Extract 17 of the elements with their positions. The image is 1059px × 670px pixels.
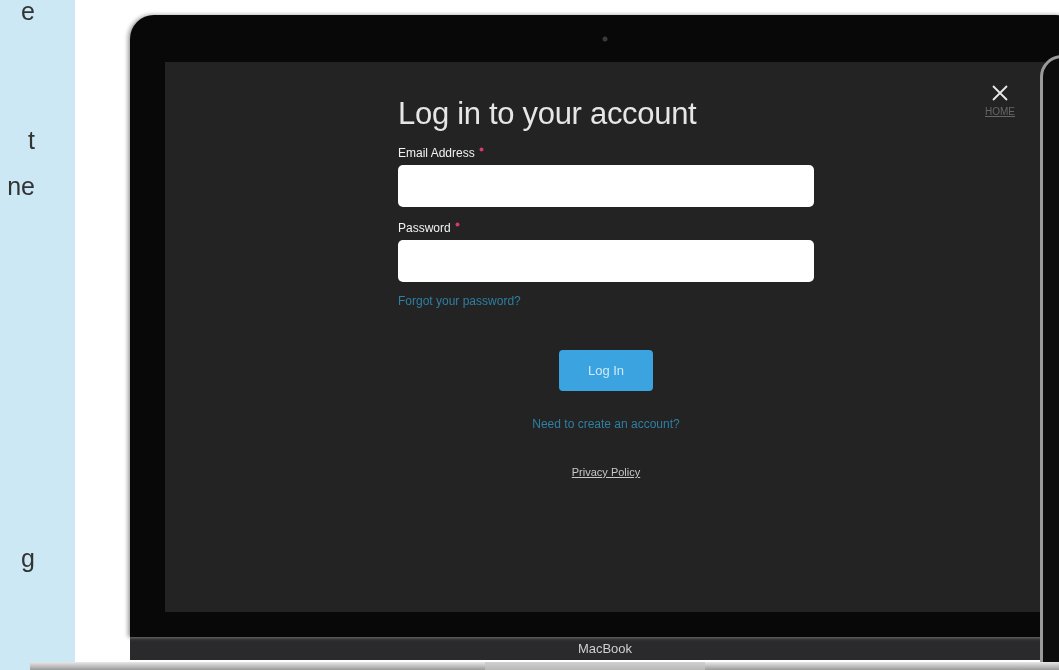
login-button[interactable]: Log In [559,350,653,391]
text-fragment: ne [7,171,35,201]
forgot-password-link[interactable]: Forgot your password? [398,294,521,308]
device-label: MacBook [577,641,633,656]
home-link[interactable]: HOME [985,106,1015,117]
privacy-policy-link[interactable]: Privacy Policy [571,466,641,478]
camera-icon [602,36,608,42]
input-field[interactable] [398,240,814,282]
close-icon[interactable] [991,84,1009,102]
signup-link[interactable]: Need to create an account? [532,417,680,431]
field-label: Password [398,221,451,235]
text-fragment: e [21,0,35,26]
text-fragment: t [28,125,35,155]
field-label: Email Address [398,146,475,160]
login-title: Log in to your account [398,96,697,132]
text-fragment: g [21,543,35,573]
input-field[interactable] [398,165,814,207]
